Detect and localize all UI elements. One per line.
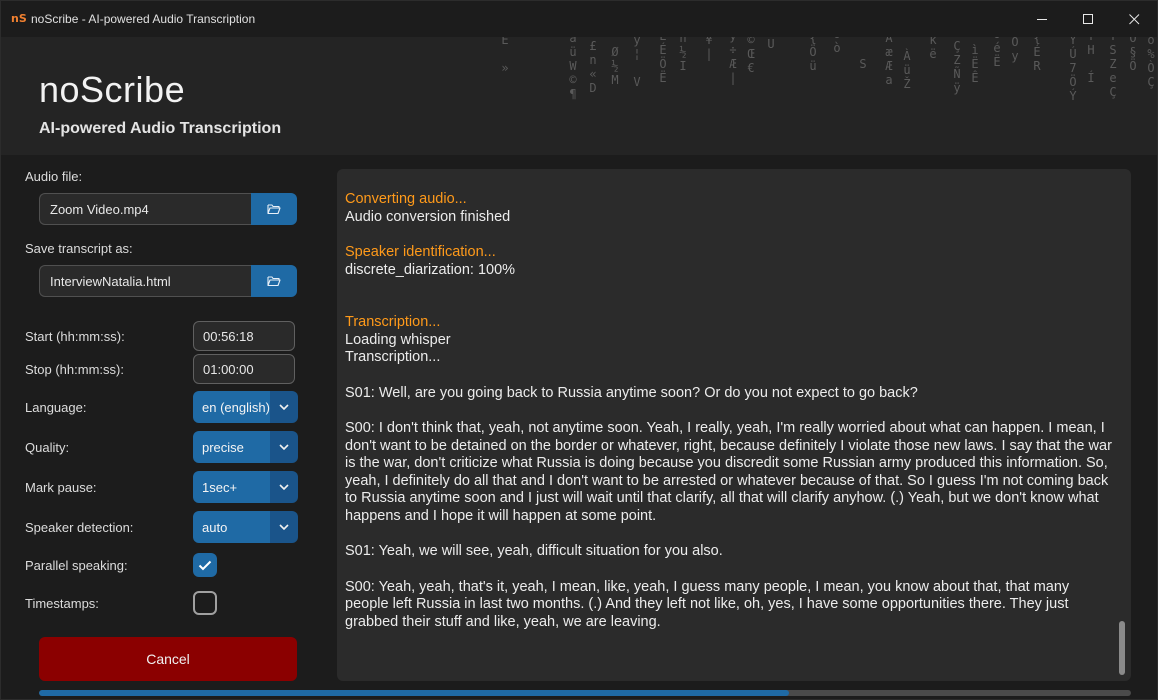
timestamps-checkbox[interactable]	[193, 591, 217, 615]
audio-file-label: Audio file:	[25, 169, 83, 184]
log-heading-converting: Converting audio...	[345, 191, 467, 207]
app-name: noScribe	[39, 69, 186, 110]
timestamps-label: Timestamps:	[25, 595, 99, 611]
save-transcript-input[interactable]: InterviewNatalia.html	[39, 265, 251, 297]
log-line: Transcription...	[345, 349, 441, 365]
language-dropdown-button[interactable]	[270, 391, 298, 423]
audio-file-input[interactable]: Zoom Video.mp4	[39, 193, 251, 225]
mark-pause-value: 1sec+	[193, 471, 270, 503]
log-line: discrete_diarization: 100%	[345, 261, 516, 278]
progress-fill	[39, 690, 790, 696]
window-title: noScribe - AI-powered Audio Transcriptio…	[31, 12, 256, 26]
folder-open-icon	[267, 204, 281, 215]
mark-pause-row: Mark pause: 1sec+	[25, 471, 309, 503]
save-transcript-label: Save transcript as:	[25, 241, 133, 256]
minimize-icon	[1036, 18, 1047, 20]
stop-time-input[interactable]: 01:00:00	[193, 354, 295, 384]
audio-browse-button[interactable]	[251, 193, 297, 225]
app-window: nS noScribe - AI-powered Audio Transcrip…	[0, 0, 1158, 700]
language-row: Language: en (english)	[25, 391, 309, 423]
transcript-segment: S00: Yeah, yeah, that's it, yeah, I mean…	[345, 578, 1070, 630]
speaker-detection-label: Speaker detection:	[25, 519, 134, 535]
app-subtitle: AI-powered Audio Transcription	[39, 120, 282, 137]
log-content: Converting audio... Audio conversion fin…	[345, 191, 1115, 631]
language-value: en (english)	[193, 391, 270, 423]
quality-label: Quality:	[25, 439, 70, 455]
chevron-down-icon	[279, 444, 289, 450]
timestamps-row: Timestamps:	[25, 587, 309, 619]
log-line: Audio conversion finished	[345, 208, 511, 225]
folder-open-icon	[267, 276, 281, 287]
header-banner: noScribe AI-powered Audio Transcription …	[1, 37, 1157, 155]
mark-pause-label: Mark pause:	[25, 479, 97, 495]
maximize-button[interactable]	[1065, 1, 1111, 37]
cancel-button[interactable]: Cancel	[39, 637, 297, 681]
speaker-detection-value: auto	[193, 511, 270, 543]
save-browse-button[interactable]	[251, 265, 297, 297]
chevron-down-icon	[279, 404, 289, 410]
settings-sidebar: Audio file: Zoom Video.mp4 Save transcri…	[25, 169, 309, 615]
quality-row: Quality: precise	[25, 431, 309, 463]
log-line: Loading whisper	[345, 331, 451, 348]
progress-bar	[39, 690, 1131, 696]
parallel-speaking-label: Parallel speaking:	[25, 557, 128, 573]
close-icon	[1128, 13, 1139, 24]
start-time-row: Start (hh:mm:ss): 00:56:18	[25, 320, 309, 352]
stop-time-row: Stop (hh:mm:ss): 01:00:00	[25, 353, 309, 385]
transcript-segment: S01: Well, are you going back to Russia …	[345, 384, 918, 401]
chevron-down-icon	[279, 524, 289, 530]
quality-select[interactable]: precise	[193, 431, 298, 463]
log-heading-transcription: Transcription...	[345, 314, 441, 330]
start-time-input[interactable]: 00:56:18	[193, 321, 295, 351]
start-time-label: Start (hh:mm:ss):	[25, 328, 125, 344]
speaker-detection-select[interactable]: auto	[193, 511, 298, 543]
parallel-speaking-checkbox[interactable]	[193, 553, 217, 577]
save-transcript-row: InterviewNatalia.html	[39, 265, 297, 297]
language-select[interactable]: en (english)	[193, 391, 298, 423]
close-button[interactable]	[1111, 1, 1157, 37]
language-label: Language:	[25, 399, 87, 415]
mark-pause-dropdown-button[interactable]	[270, 471, 298, 503]
transcription-log[interactable]: Converting audio... Audio conversion fin…	[337, 169, 1131, 681]
minimize-button[interactable]	[1019, 1, 1065, 37]
parallel-speaking-row: Parallel speaking:	[25, 549, 309, 581]
mark-pause-select[interactable]: 1sec+	[193, 471, 298, 503]
log-scrollbar[interactable]	[1119, 621, 1125, 675]
app-logo-icon: nS	[11, 12, 27, 25]
decorative-glyph-art: E » äüW©¶ £n«D Ø½M ý¦ V ÉÉÖË ñ½I ¥| ÿ÷Æ|…	[498, 37, 1157, 103]
transcript-segment: S01: Yeah, we will see, yeah, difficult …	[345, 543, 723, 559]
transcript-segment: S00: I don't think that, yeah, not anyti…	[345, 420, 1112, 524]
checkmark-icon	[198, 560, 212, 570]
chevron-down-icon	[279, 484, 289, 490]
speaker-detection-row: Speaker detection: auto	[25, 511, 309, 543]
stop-time-label: Stop (hh:mm:ss):	[25, 361, 124, 377]
quality-value: precise	[193, 431, 270, 463]
audio-file-row: Zoom Video.mp4	[39, 193, 297, 225]
maximize-icon	[1082, 13, 1093, 24]
title-bar: nS noScribe - AI-powered Audio Transcrip…	[1, 1, 1157, 37]
speaker-detection-dropdown-button[interactable]	[270, 511, 298, 543]
quality-dropdown-button[interactable]	[270, 431, 298, 463]
window-controls	[1019, 1, 1157, 37]
log-heading-speaker-id: Speaker identification...	[345, 244, 496, 260]
